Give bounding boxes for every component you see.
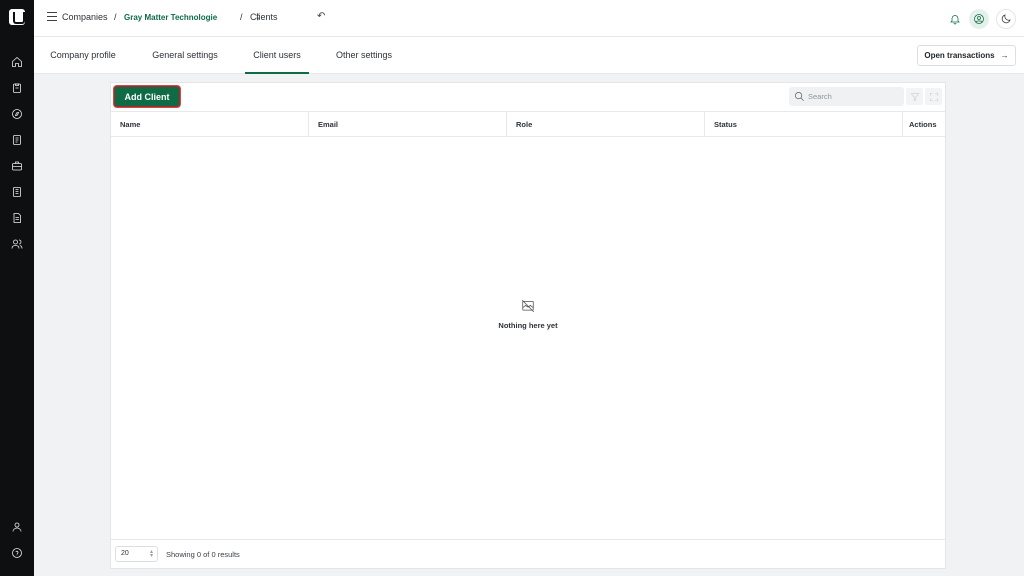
page-size-select[interactable]: 20 ▴ ▾ (115, 546, 158, 562)
column-header-status[interactable]: Status (705, 112, 903, 136)
empty-state-text: Nothing here yet (498, 321, 558, 330)
add-client-button[interactable]: Add Client (114, 86, 180, 107)
breadcrumb-separator: / (240, 12, 243, 22)
undo-icon[interactable]: ↶ (317, 11, 325, 22)
breadcrumb-separator: / (114, 12, 117, 22)
table-header: Name Email Role Status Actions (111, 111, 945, 137)
dark-mode-moon-icon[interactable] (996, 9, 1016, 29)
arrow-right-icon: → (1000, 51, 1009, 60)
users-icon[interactable] (10, 237, 24, 251)
column-header-name[interactable]: Name (111, 112, 309, 136)
account-avatar-icon[interactable] (969, 9, 989, 29)
open-transactions-label: Open transactions (924, 51, 995, 60)
column-header-email[interactable]: Email (309, 112, 507, 136)
chevron-updown-icon: ▴ ▾ (149, 549, 153, 559)
report-icon[interactable] (10, 211, 24, 225)
no-data-icon (521, 299, 535, 313)
document-icon[interactable] (10, 133, 24, 147)
settings-tabs: Company profile General settings Client … (34, 37, 1024, 74)
fullscreen-icon[interactable] (925, 88, 942, 105)
search-placeholder: Search (808, 92, 832, 101)
compass-icon[interactable] (10, 107, 24, 121)
open-transactions-button[interactable]: Open transactions → (917, 45, 1016, 66)
briefcase-icon[interactable] (10, 159, 24, 173)
breadcrumb-company-selector[interactable]: Gray Matter Technologie (124, 13, 217, 22)
tab-client-users[interactable]: Client users (245, 37, 309, 74)
column-header-role[interactable]: Role (507, 112, 705, 136)
help-icon[interactable] (10, 546, 24, 560)
clipboard-icon[interactable] (10, 81, 24, 95)
ledger-icon[interactable] (10, 185, 24, 199)
search-icon (795, 92, 804, 101)
tab-company-profile[interactable]: Company profile (49, 37, 117, 74)
page-size-value: 20 (121, 550, 129, 557)
empty-state: Nothing here yet (111, 299, 945, 330)
app-logo-icon[interactable] (9, 9, 25, 25)
search-input[interactable]: Search (789, 87, 904, 106)
breadcrumb-companies[interactable]: Companies (62, 12, 108, 22)
user-icon[interactable] (10, 520, 24, 534)
top-bar: Companies / Gray Matter Technologie ▴ ▾ /… (34, 0, 1024, 37)
client-users-panel: Add Client Search Name Email Role Status… (110, 82, 946, 569)
column-header-actions: Actions (909, 120, 937, 129)
hamburger-menu-icon[interactable] (47, 12, 57, 22)
home-icon[interactable] (10, 55, 24, 69)
filter-icon[interactable] (906, 88, 923, 105)
results-count: Showing 0 of 0 results (166, 550, 240, 559)
table-footer: 20 ▴ ▾ Showing 0 of 0 results (111, 539, 945, 568)
sidebar (0, 0, 34, 576)
tab-general-settings[interactable]: General settings (150, 37, 220, 74)
breadcrumb-current-page: Clients (250, 12, 278, 22)
bell-icon[interactable] (945, 9, 965, 29)
tab-other-settings[interactable]: Other settings (333, 37, 395, 74)
